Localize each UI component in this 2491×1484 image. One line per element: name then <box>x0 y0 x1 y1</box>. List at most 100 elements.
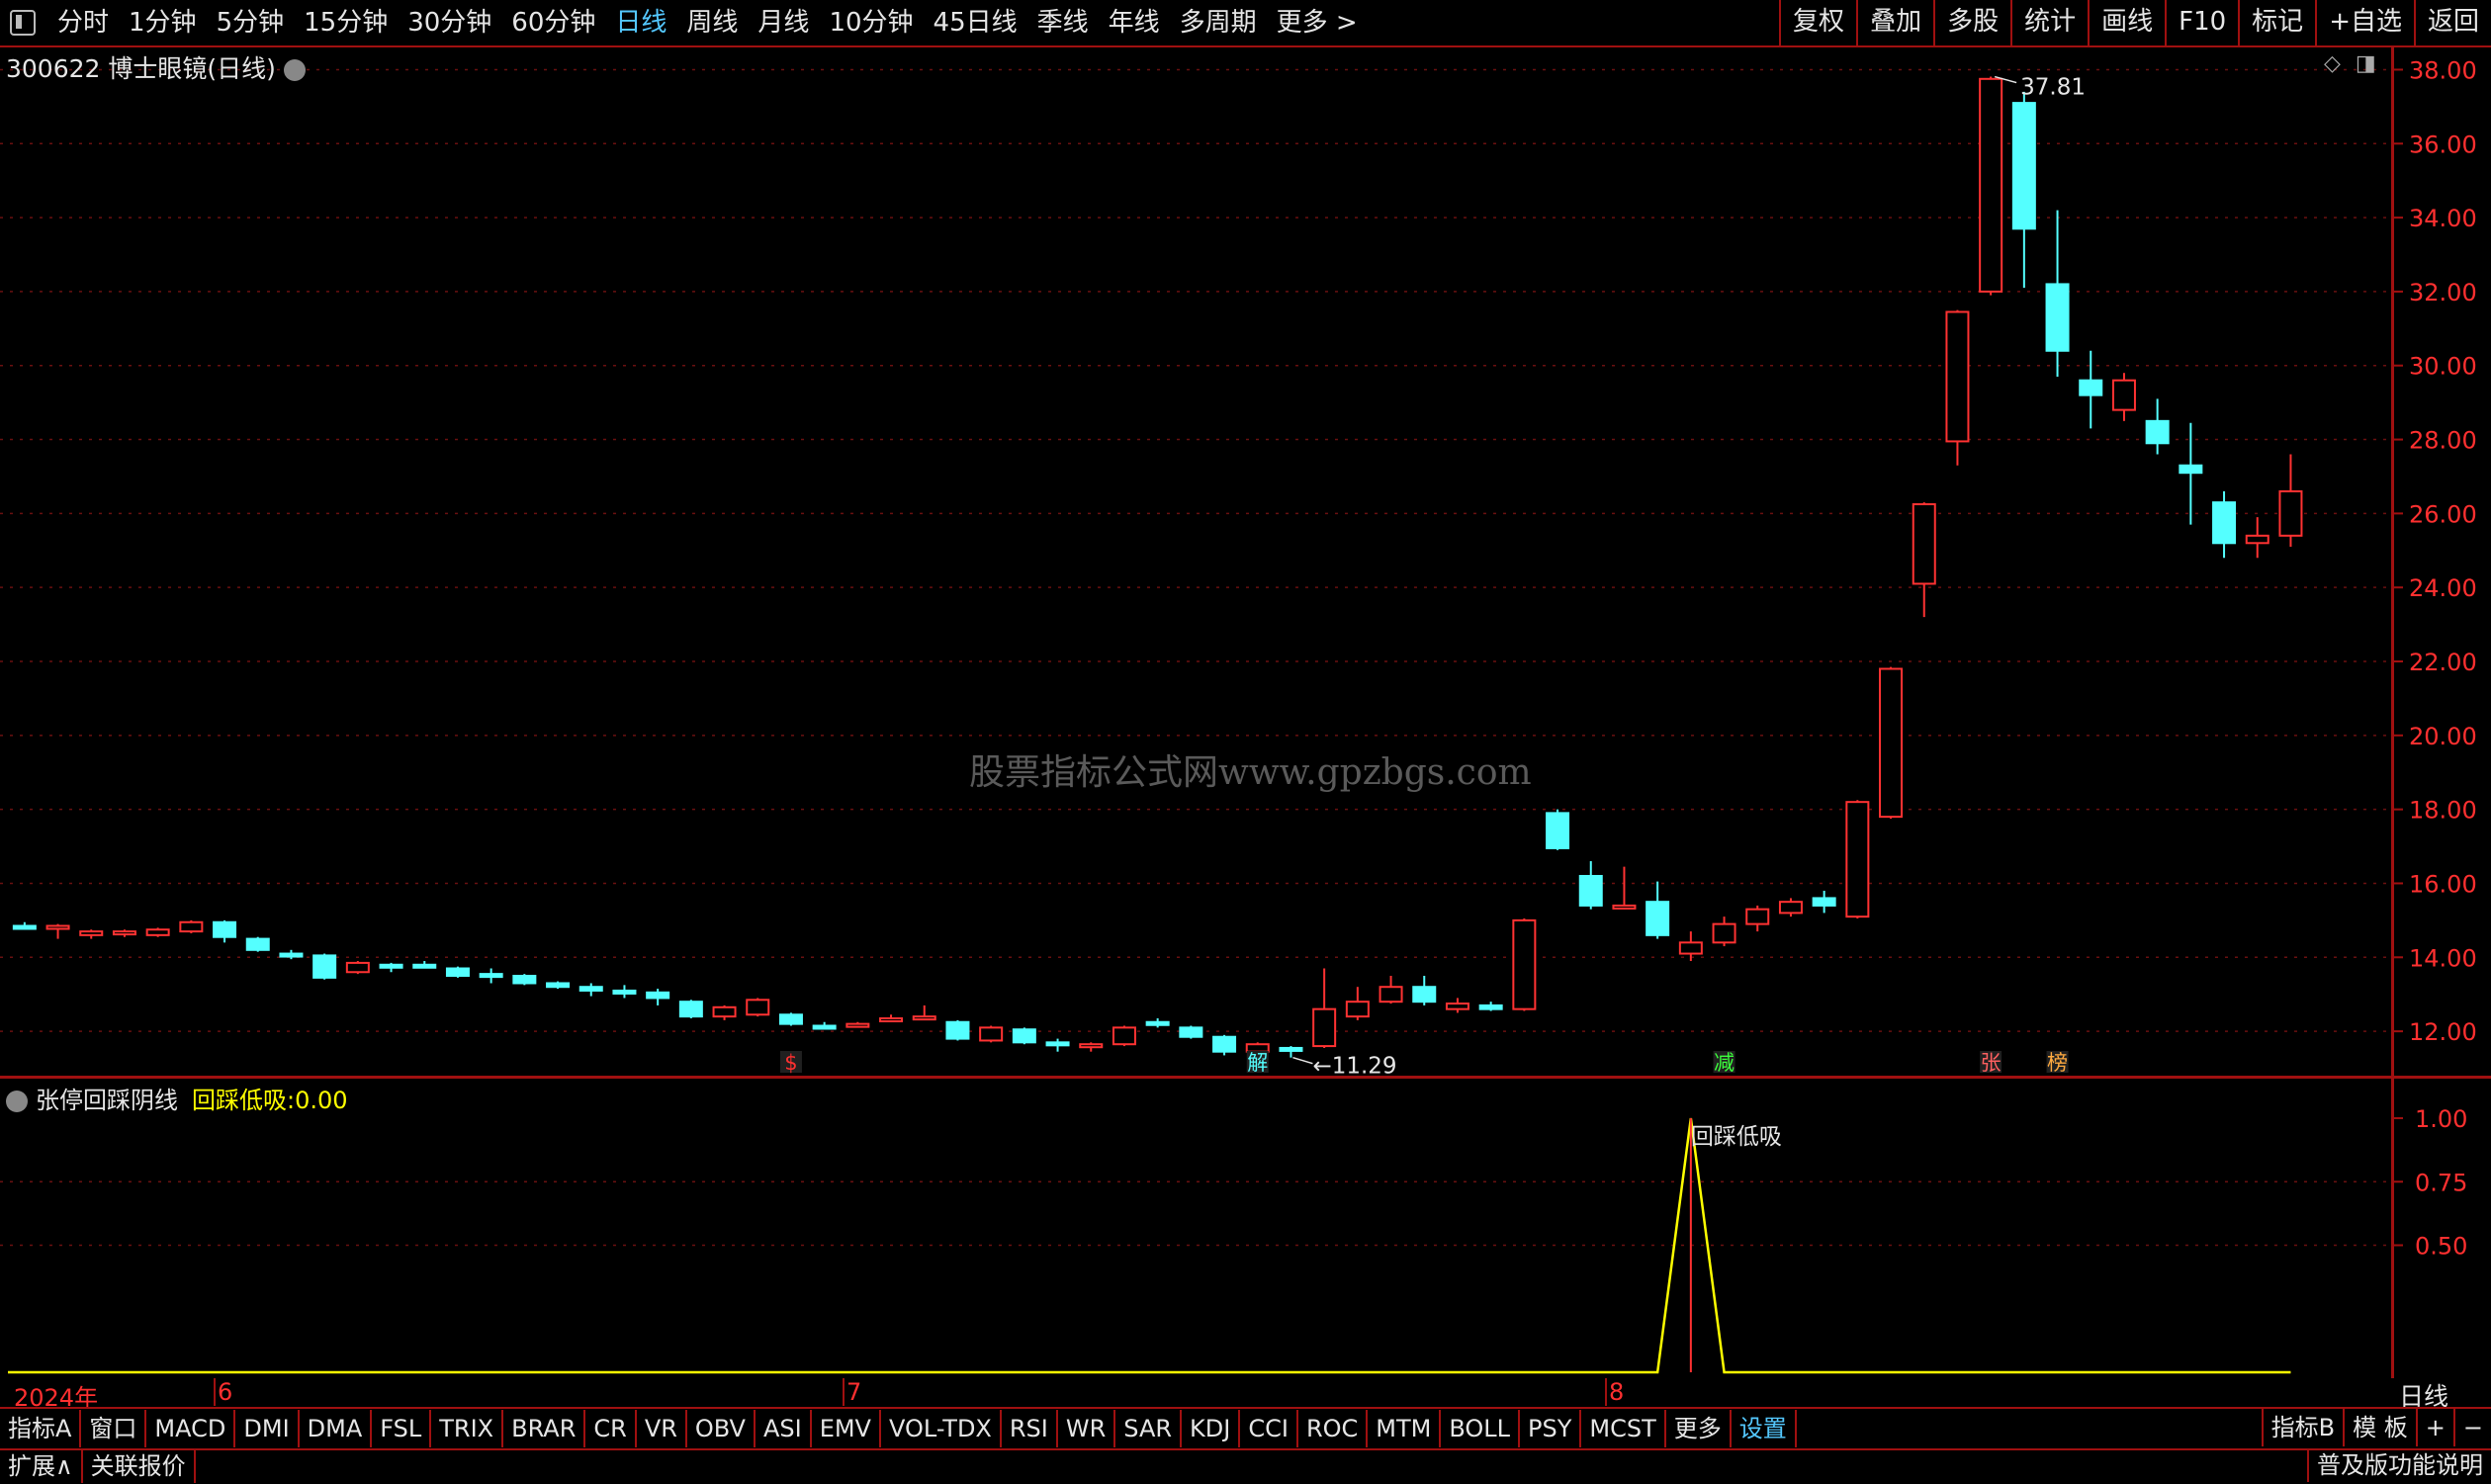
indicator-tool-button[interactable]: + <box>2415 1409 2453 1446</box>
indicator-tab[interactable]: KDJ <box>1182 1410 1241 1447</box>
candle-body <box>1412 986 1437 1004</box>
indicator-tab[interactable]: PSY <box>1520 1410 1582 1447</box>
y-tick-label: 22.00 <box>2409 649 2477 676</box>
stock-title-text: 300622 博士眼镜(日线) <box>6 54 276 83</box>
indicator-tab[interactable]: MACD <box>146 1410 236 1447</box>
indicator-tab[interactable]: TRIX <box>431 1410 504 1447</box>
indicator-tab[interactable]: VOL-TDX <box>881 1410 1002 1447</box>
x-tick <box>1605 1378 1607 1406</box>
watermark: 股票指标公式网www.gpzbgs.com <box>969 752 1532 793</box>
indicator-tool-button[interactable]: − <box>2452 1409 2491 1446</box>
candle-body <box>79 930 104 936</box>
indicator-tab[interactable]: FSL <box>372 1410 432 1447</box>
kline-chart[interactable]: 38.00 36.00 34.00 32.00 30.00 28.00 26.00 24.00… <box>0 47 2491 1080</box>
period-tab[interactable]: 60分钟 <box>501 1 605 44</box>
toolbar-tool-button[interactable]: 返回 <box>2413 0 2491 45</box>
toolbar-tool-button[interactable]: 复权 <box>1779 0 1856 45</box>
candle-body <box>746 999 770 1016</box>
indicator-tool-button[interactable]: 指标B <box>2261 1409 2343 1446</box>
period-tab[interactable]: 1分钟 <box>119 1 207 44</box>
candle-body <box>1345 1001 1370 1018</box>
indicator-tab[interactable]: CCI <box>1240 1410 1298 1447</box>
dropdown-icon[interactable] <box>283 59 306 81</box>
toolbar-tool-button[interactable]: 画线 <box>2088 0 2165 45</box>
y-tick-label: 26.00 <box>2409 500 2477 528</box>
y-tick-label: 34.00 <box>2409 205 2477 232</box>
sidebar-toggle-icon[interactable] <box>10 10 36 36</box>
candle-body <box>213 920 237 938</box>
indicator-chart[interactable]: 1.00 0.75 0.50 回踩低吸 <box>0 1079 2491 1375</box>
toolbar-tool-button[interactable]: 多股 <box>1933 0 2010 45</box>
candle-body <box>2245 534 2269 545</box>
status-bar: 扩展∧ 关联报价 普及版功能说明 <box>0 1448 2491 1484</box>
indicator-tab[interactable]: RSI <box>1002 1410 1058 1447</box>
toolbar-tool-button[interactable]: 叠加 <box>1856 0 1933 45</box>
candle-body <box>1812 897 1836 907</box>
period-tab[interactable]: 分时 <box>47 1 119 44</box>
y-axis-divider <box>2391 47 2394 1378</box>
help-link[interactable]: 普及版功能说明 <box>2307 1448 2491 1482</box>
candle-body <box>345 961 370 974</box>
indicator-tab[interactable]: MTM <box>1368 1410 1442 1447</box>
candle-body <box>1379 986 1403 1004</box>
indicator-tab[interactable]: EMV <box>812 1410 881 1447</box>
indicator-tab[interactable]: BOLL <box>1441 1410 1521 1447</box>
candle-body <box>1279 1046 1303 1052</box>
period-tab[interactable]: 更多 > <box>1267 1 1368 44</box>
indicator-tab[interactable]: DMA <box>300 1410 373 1447</box>
candle-body <box>2145 419 2170 445</box>
period-tab[interactable]: 45日线 <box>924 1 1027 44</box>
indicator-dropdown-icon[interactable] <box>6 1091 28 1112</box>
toolbar-tool-button[interactable]: +自选 <box>2315 0 2414 45</box>
period-tab[interactable]: 日线 <box>605 1 676 44</box>
candle-body <box>1879 667 1904 819</box>
period-tab[interactable]: 季线 <box>1027 1 1099 44</box>
indicator-tool-button[interactable]: 模 板 <box>2343 1409 2416 1446</box>
candle-body <box>1979 77 2003 293</box>
indicator-tab[interactable]: BRAR <box>503 1410 586 1447</box>
x-label-jul: 7 <box>846 1378 862 1406</box>
expand-button[interactable]: 扩展∧ <box>0 1449 83 1483</box>
candle-body <box>312 954 337 979</box>
period-tab[interactable]: 5分钟 <box>207 1 295 44</box>
y-tick-label: 38.00 <box>2409 56 2477 84</box>
y-tick-label: 18.00 <box>2409 797 2477 825</box>
period-tab[interactable]: 15分钟 <box>294 1 398 44</box>
period-tab[interactable]: 周线 <box>676 1 748 44</box>
stock-title: 300622 博士眼镜(日线) <box>6 49 306 85</box>
toolbar-tool-button[interactable]: 标记 <box>2238 0 2315 45</box>
indicator-tab[interactable]: CR <box>585 1410 637 1447</box>
period-tab[interactable]: 10分钟 <box>819 1 923 44</box>
diamond-icon[interactable]: ◇ <box>2324 51 2341 76</box>
indicator-tab[interactable]: MCST <box>1581 1410 1666 1447</box>
indicator-tab[interactable]: SAR <box>1115 1410 1183 1447</box>
candle-body <box>979 1026 1004 1042</box>
kline-pane[interactable]: 38.00 36.00 34.00 32.00 30.00 28.00 26.00 24.00… <box>0 47 2491 1080</box>
y-tick-label: 1.00 <box>2415 1105 2467 1133</box>
period-tab[interactable]: 多周期 <box>1170 1 1267 44</box>
related-quote-button[interactable]: 关联报价 <box>83 1449 196 1483</box>
y-tick-label: 16.00 <box>2409 870 2477 898</box>
indicator-tab[interactable]: OBV <box>687 1410 756 1447</box>
indicator-tab[interactable]: DMI <box>235 1410 300 1447</box>
toolbar-tool-button[interactable]: F10 <box>2165 0 2238 45</box>
candle-body <box>1578 874 1603 907</box>
indicator-tab[interactable]: 窗口 <box>81 1410 147 1447</box>
indicator-tab[interactable]: ASI <box>756 1410 812 1447</box>
indicator-tab[interactable]: 更多 <box>1666 1410 1732 1447</box>
indicator-pane[interactable]: 1.00 0.75 0.50 回踩低吸 <box>0 1079 2491 1375</box>
period-toolbar: 分时 1分钟 5分钟 15分钟 30分钟 60分钟 日线 周线 月线 10分钟 45日线 季线 年线 多周… <box>0 0 2491 47</box>
candle-body <box>812 1024 837 1030</box>
toolbar-tool-button[interactable]: 统计 <box>2010 0 2088 45</box>
window-icon[interactable]: ◨ <box>2356 51 2376 76</box>
period-tab[interactable]: 年线 <box>1099 1 1170 44</box>
indicator-tab[interactable]: WR <box>1058 1410 1116 1447</box>
period-tab[interactable]: 30分钟 <box>398 1 501 44</box>
period-tab[interactable]: 月线 <box>748 1 819 44</box>
indicator-tab[interactable]: 指标A <box>0 1410 82 1447</box>
candle-body <box>145 928 170 936</box>
indicator-tab[interactable]: 设置 <box>1732 1410 1797 1447</box>
y-tick-label: 32.00 <box>2409 279 2477 306</box>
indicator-tab[interactable]: ROC <box>1298 1410 1369 1447</box>
indicator-tab[interactable]: VR <box>637 1410 687 1447</box>
